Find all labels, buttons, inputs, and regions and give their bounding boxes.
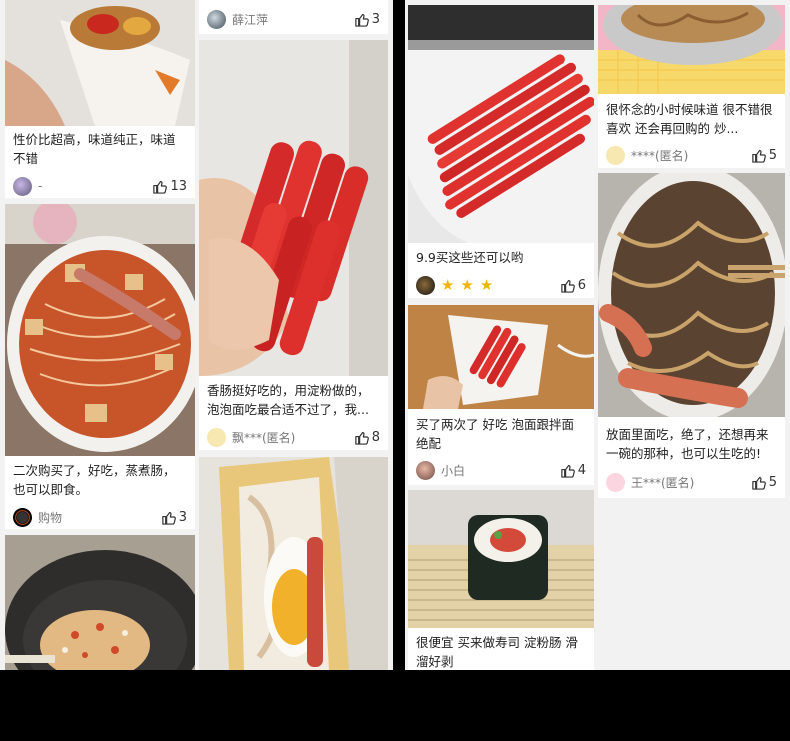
- like-button[interactable]: 4: [560, 463, 586, 478]
- review-text: 很怀念的小时候味道 很不错很喜欢 还会再回购的 炒...: [606, 102, 773, 136]
- review-card[interactable]: 买了两次了 好吃 泡面跟拌面绝配 小白 4: [408, 305, 594, 485]
- review-card[interactable]: 放面里面吃，绝了，还想再来一碗的那种，也可以生吃的! 王***(匿名) 5: [598, 173, 785, 498]
- review-photo[interactable]: [408, 305, 594, 409]
- like-button[interactable]: 8: [354, 430, 380, 445]
- user-name[interactable]: 王***(匿名): [631, 474, 751, 491]
- review-photo[interactable]: [408, 490, 594, 628]
- user-avatar[interactable]: [416, 460, 435, 480]
- review-footer: 购物 3: [13, 506, 187, 528]
- review-text: 9.9买这些还可以哟: [416, 250, 524, 265]
- user-name[interactable]: 薛江萍: [232, 11, 354, 28]
- user-name[interactable]: 小白: [441, 462, 560, 479]
- thumbs-up-icon: [560, 464, 575, 478]
- review-card[interactable]: 很便宜 买来做寿司 淀粉肠 滑溜好剥: [408, 490, 594, 670]
- review-footer: - 13: [13, 175, 187, 197]
- review-card[interactable]: 很怀念的小时候味道 很不错很喜欢 还会再回购的 炒... ****(匿名) 5: [598, 5, 785, 168]
- thumbs-up-icon: [354, 431, 369, 445]
- thumbs-up-icon: [153, 180, 168, 194]
- review-footer: ★ ★ ★ 6: [416, 274, 586, 296]
- like-count: 8: [371, 429, 380, 445]
- thumbs-up-icon: [751, 476, 766, 490]
- review-photo[interactable]: [408, 5, 594, 243]
- review-card[interactable]: [5, 535, 195, 670]
- left-review-feed[interactable]: 性价比超高，味道纯正，味道不错 - 13 二次购买了，好吃，蒸煮肠，也可以即食。…: [0, 0, 393, 670]
- thumbs-up-icon: [751, 149, 766, 163]
- star-icon: ★: [441, 275, 455, 294]
- review-text: 买了两次了 好吃 泡面跟拌面绝配: [416, 417, 574, 451]
- like-button[interactable]: 5: [751, 475, 777, 490]
- review-footer: 小白 4: [416, 459, 586, 481]
- review-text: 性价比超高，味道纯正，味道不错: [13, 132, 176, 166]
- user-avatar[interactable]: [606, 145, 625, 165]
- like-count: 4: [577, 462, 586, 478]
- thumbs-up-icon: [560, 279, 575, 293]
- review-card[interactable]: 性价比超高，味道纯正，味道不错 - 13: [5, 0, 195, 198]
- review-photo[interactable]: [5, 535, 195, 670]
- review-photo[interactable]: [199, 457, 388, 670]
- like-count: 6: [577, 277, 586, 293]
- like-count: 5: [768, 474, 777, 490]
- review-card[interactable]: 9.9买这些还可以哟 ★ ★ ★ 6: [408, 5, 594, 298]
- user-avatar[interactable]: [207, 9, 226, 29]
- review-footer: ****(匿名) 5: [606, 144, 777, 166]
- user-avatar[interactable]: [416, 275, 435, 295]
- review-card[interactable]: 二次购买了，好吃，蒸煮肠，也可以即食。 购物 3: [5, 204, 195, 529]
- like-button[interactable]: 3: [161, 510, 187, 525]
- thumbs-up-icon: [161, 511, 176, 525]
- review-photo[interactable]: [598, 5, 785, 94]
- review-text: 放面里面吃，绝了，还想再来一碗的那种，也可以生吃的!: [606, 427, 769, 461]
- user-name[interactable]: ****(匿名): [631, 147, 751, 164]
- review-footer: 薛江萍 3: [207, 8, 380, 30]
- review-photo[interactable]: [5, 0, 195, 126]
- like-button[interactable]: 5: [751, 148, 777, 163]
- like-count: 5: [768, 147, 777, 163]
- right-review-feed[interactable]: 9.9买这些还可以哟 ★ ★ ★ 6 买了两次了 好吃 泡面跟拌面绝配 小白 4…: [405, 0, 790, 670]
- review-card[interactable]: [199, 457, 388, 670]
- like-count: 3: [178, 509, 187, 525]
- star-icon: ★: [479, 275, 494, 294]
- review-photo[interactable]: [5, 204, 195, 456]
- user-avatar[interactable]: [207, 427, 226, 447]
- review-photo[interactable]: [199, 40, 388, 376]
- user-name[interactable]: 飘***(匿名): [232, 429, 354, 446]
- review-text: 香肠挺好吃的，用淀粉做的，泡泡面吃最合适不过了，我...: [207, 383, 370, 417]
- thumbs-up-icon: [354, 13, 369, 27]
- star-icon: ★: [460, 275, 474, 294]
- user-avatar[interactable]: [606, 472, 625, 492]
- review-footer: 飘***(匿名) 8: [207, 426, 380, 448]
- review-text: 很便宜 买来做寿司 淀粉肠 滑溜好剥: [416, 635, 578, 669]
- like-count: 3: [371, 11, 380, 27]
- review-photo[interactable]: [598, 173, 785, 417]
- review-footer: 王***(匿名) 5: [606, 471, 777, 493]
- like-count: 13: [170, 178, 187, 194]
- user-name[interactable]: 购物: [38, 509, 161, 526]
- review-card[interactable]: 薛江萍 3: [199, 0, 388, 34]
- review-card[interactable]: 香肠挺好吃的，用淀粉做的，泡泡面吃最合适不过了，我... 飘***(匿名) 8: [199, 40, 388, 450]
- like-button[interactable]: 13: [152, 179, 187, 194]
- user-name[interactable]: -: [38, 179, 152, 193]
- like-button[interactable]: 6: [560, 278, 586, 293]
- review-text: 二次购买了，好吃，蒸煮肠，也可以即食。: [13, 463, 176, 497]
- like-button[interactable]: 3: [354, 12, 380, 27]
- user-avatar[interactable]: [13, 176, 32, 196]
- rating-stars: ★ ★ ★: [441, 275, 560, 294]
- user-avatar[interactable]: [13, 507, 32, 527]
